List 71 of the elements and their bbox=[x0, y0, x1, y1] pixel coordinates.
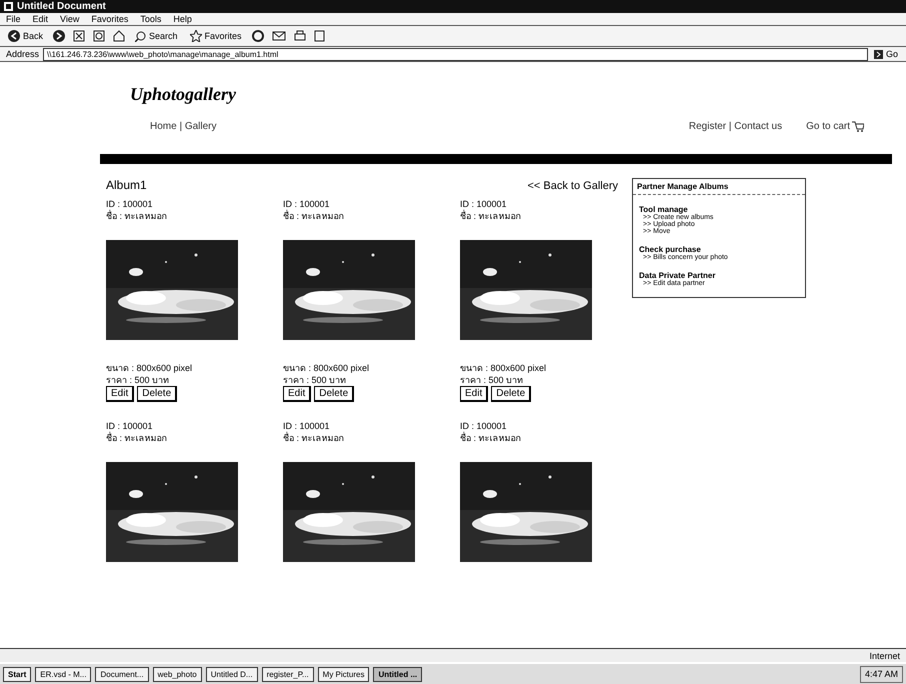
search-icon bbox=[135, 30, 146, 42]
photo-id: ID : 100001 bbox=[460, 198, 508, 210]
address-field[interactable]: \\161.246.73.236\www\web_photo\manage\manage_album1.html bbox=[43, 48, 868, 60]
taskbar-button[interactable]: register_P... bbox=[262, 666, 314, 682]
zone-label: Internet bbox=[869, 650, 900, 660]
taskbar-button[interactable]: ER.vsd - M... bbox=[35, 666, 92, 682]
mail-icon[interactable] bbox=[272, 30, 286, 42]
star-icon bbox=[190, 30, 202, 42]
refresh-icon[interactable] bbox=[93, 30, 106, 42]
window-title: Untitled Document bbox=[0, 0, 906, 13]
arrow-icon bbox=[874, 50, 883, 58]
stop-icon[interactable] bbox=[73, 30, 86, 42]
photo-price: ราคา : 500 บาท bbox=[106, 374, 170, 386]
photo-id: ID : 100001 bbox=[106, 420, 154, 432]
photo-name: ชื่อ : ทะเลหมอก bbox=[106, 432, 168, 444]
photo-name: ชื่อ : ทะเลหมอก bbox=[283, 210, 345, 222]
photo-price: ราคา : 500 บาท bbox=[283, 374, 348, 386]
browser-icon bbox=[4, 2, 13, 11]
print-icon[interactable] bbox=[294, 30, 306, 42]
photo-name: ชื่อ : ทะเลหมอก bbox=[283, 432, 345, 444]
section-heading: Check purchase bbox=[639, 245, 702, 254]
cart-link[interactable]: Go to cart bbox=[806, 121, 850, 132]
section-heading: Tool manage bbox=[639, 205, 689, 214]
taskbar-button[interactable]: My Pictures bbox=[318, 666, 370, 682]
edit-button[interactable]: Edit bbox=[106, 386, 134, 402]
go-button[interactable]: Go bbox=[872, 49, 900, 59]
menu-item[interactable]: File bbox=[6, 14, 21, 24]
photo-name: ชื่อ : ทะเลหมอก bbox=[460, 432, 522, 444]
history-icon[interactable] bbox=[252, 30, 264, 42]
delete-button[interactable]: Delete bbox=[491, 386, 532, 402]
menu-item[interactable]: View bbox=[60, 14, 80, 24]
photo-id: ID : 100001 bbox=[283, 198, 331, 210]
edit-button[interactable]: Edit bbox=[283, 386, 312, 402]
edit-button[interactable]: Edit bbox=[460, 386, 488, 402]
start-button[interactable]: Start bbox=[3, 666, 32, 682]
taskbar-button[interactable]: Untitled D... bbox=[206, 666, 258, 682]
photo-name: ชื่อ : ทะเลหมอก bbox=[460, 210, 522, 222]
delete-button[interactable]: Delete bbox=[137, 386, 178, 402]
nav-link[interactable]: Register | Contact us bbox=[688, 121, 782, 132]
forward-icon[interactable] bbox=[53, 30, 66, 42]
photo-size: ขนาด : 800x600 pixel bbox=[106, 362, 194, 374]
menu-item[interactable]: Favorites bbox=[91, 14, 128, 24]
photo-price: ราคา : 500 บาท bbox=[460, 374, 524, 386]
section-heading: Data Private Partner bbox=[639, 271, 716, 280]
photo-size: ขนาด : 800x600 pixel bbox=[460, 362, 548, 374]
back-icon bbox=[8, 30, 20, 42]
cart-icon[interactable] bbox=[852, 121, 864, 132]
menu-item[interactable]: Edit bbox=[32, 14, 48, 24]
search-button[interactable]: Search bbox=[133, 30, 180, 42]
album-title: Album1 bbox=[106, 178, 147, 192]
photo-id: ID : 100001 bbox=[460, 420, 508, 432]
taskbar-button[interactable]: web_photo bbox=[152, 666, 202, 682]
favorites-button[interactable]: Favorites bbox=[188, 30, 244, 42]
menu-item[interactable]: Help bbox=[173, 14, 192, 24]
menu-item[interactable]: Tools bbox=[140, 14, 162, 24]
photo-id: ID : 100001 bbox=[283, 420, 331, 432]
photo-id: ID : 100001 bbox=[106, 198, 154, 210]
back-link[interactable]: << Back to Gallery bbox=[528, 180, 618, 192]
delete-button[interactable]: Delete bbox=[314, 386, 354, 402]
photo-name: ชื่อ : ทะเลหมอก bbox=[106, 210, 168, 222]
clock: 4:47 AM bbox=[864, 669, 898, 679]
site-logo: Uphotogallery bbox=[130, 84, 237, 105]
home-icon[interactable] bbox=[113, 30, 126, 42]
address-label: Address bbox=[6, 49, 40, 59]
nav-link[interactable]: Home | Gallery bbox=[150, 121, 217, 132]
taskbar-button[interactable]: Untitled ... bbox=[373, 666, 422, 682]
photo-size: ขนาด : 800x600 pixel bbox=[283, 362, 370, 374]
back-button[interactable]: Back bbox=[6, 30, 46, 42]
taskbar-button[interactable]: Document... bbox=[95, 666, 149, 682]
sidebar-title: Partner Manage Albums bbox=[633, 179, 805, 195]
document-icon[interactable] bbox=[314, 30, 325, 42]
